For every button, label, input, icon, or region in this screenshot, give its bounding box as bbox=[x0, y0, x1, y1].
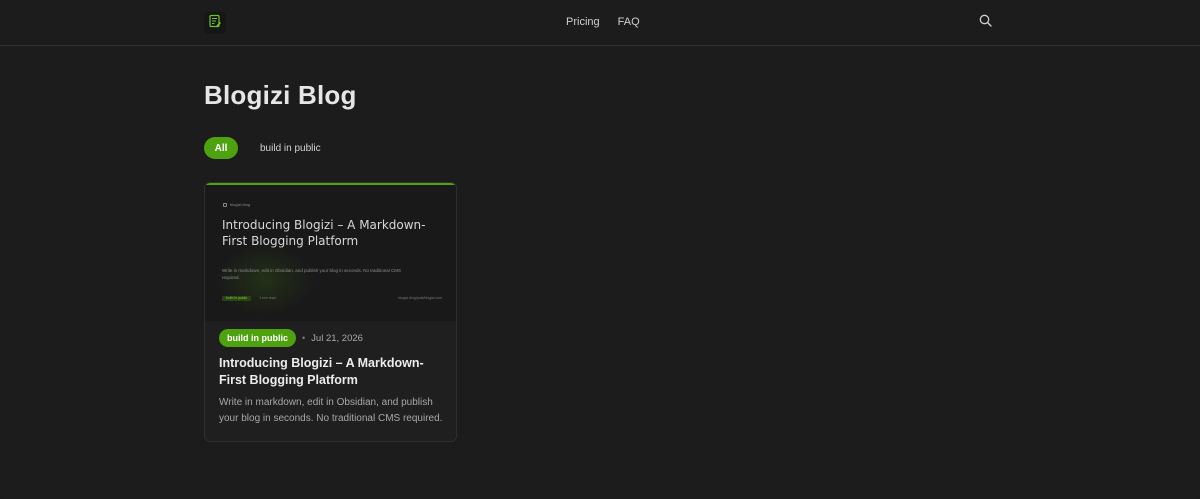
thumbnail-tag: build in public bbox=[222, 295, 252, 301]
notepad-edit-icon bbox=[208, 14, 222, 33]
search-icon bbox=[979, 14, 992, 32]
thumbnail-description: Write in markdown, edit in Obsidian, and… bbox=[222, 268, 402, 280]
thumbnail-url: blogizi.blog/post/blogizi.com bbox=[398, 296, 442, 300]
page-title: Blogizi Blog bbox=[204, 80, 357, 110]
thumbnail-footer: build in public 1 min read blogizi.blog/… bbox=[222, 295, 442, 301]
thumbnail-title: Introducing Blogizi – A Markdown-First B… bbox=[222, 218, 426, 248]
post-date: Jul 21, 2026 bbox=[311, 332, 363, 344]
logo-link[interactable] bbox=[204, 12, 226, 34]
post-meta: build in public • Jul 21, 2026 bbox=[219, 329, 363, 347]
nav-pricing-link[interactable]: Pricing bbox=[566, 16, 600, 28]
search-button[interactable] bbox=[977, 14, 993, 32]
nav-faq-link[interactable]: FAQ bbox=[618, 16, 640, 28]
post-card[interactable]: blogizi.blog Introducing Blogizi – A Mar… bbox=[204, 182, 457, 442]
site-icon bbox=[223, 202, 227, 207]
app-window: Pricing FAQ Blogizi Blog All build in pu… bbox=[0, 0, 1200, 499]
main-nav: Pricing FAQ bbox=[566, 16, 640, 28]
filter-all-chip[interactable]: All bbox=[204, 137, 238, 159]
top-navbar: Pricing FAQ bbox=[0, 0, 1200, 46]
thumbnail-site-label: blogizi.blog bbox=[230, 202, 251, 207]
post-thumbnail: blogizi.blog Introducing Blogizi – A Mar… bbox=[205, 183, 456, 321]
post-title[interactable]: Introducing Blogizi – A Markdown-First B… bbox=[219, 355, 447, 389]
meta-separator: • bbox=[302, 333, 306, 343]
thumbnail-site: blogizi.blog bbox=[223, 202, 250, 207]
post-excerpt: Write in markdown, edit in Obsidian, and… bbox=[219, 397, 443, 424]
filter-build-in-public-chip[interactable]: build in public bbox=[238, 137, 321, 159]
thumbnail-read-time: 1 min read bbox=[259, 296, 276, 300]
post-tag-badge[interactable]: build in public bbox=[219, 329, 296, 347]
category-filters: All build in public bbox=[204, 137, 321, 159]
